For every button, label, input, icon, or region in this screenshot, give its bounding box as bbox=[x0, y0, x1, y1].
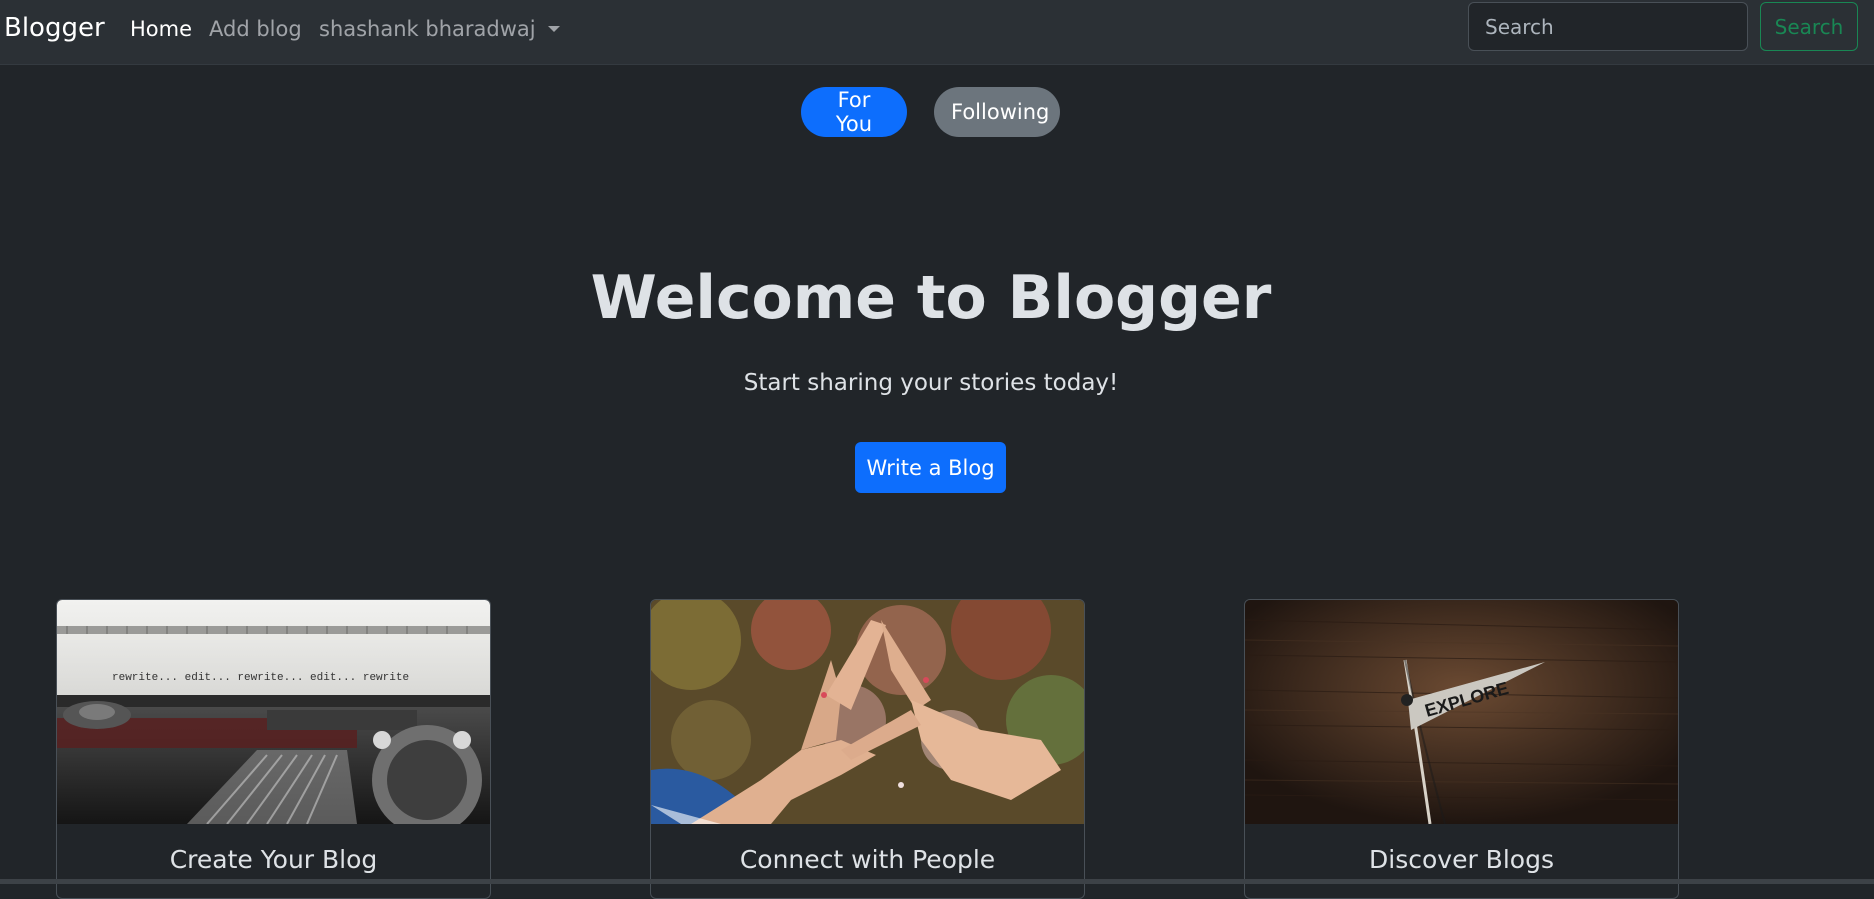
feature-card-create[interactable]: rewrite... edit... rewrite... edit... re… bbox=[56, 599, 491, 899]
explore-flag-image: EXPLORE bbox=[1245, 600, 1678, 824]
card-title: Discover Blogs bbox=[1369, 845, 1554, 874]
search-input[interactable] bbox=[1468, 2, 1748, 51]
user-dropdown-toggle[interactable]: shashank bharadwaj bbox=[319, 16, 560, 42]
feature-card-connect[interactable]: Connect with People bbox=[650, 599, 1085, 899]
nav-add-blog-link[interactable]: Add blog bbox=[209, 16, 302, 42]
bottom-scroll-edge bbox=[0, 879, 1874, 884]
write-blog-button[interactable]: Write a Blog bbox=[855, 442, 1006, 493]
feature-card-discover[interactable]: EXPLORE Discover Blogs bbox=[1244, 599, 1679, 899]
hero-subtitle: Start sharing your stories today! bbox=[743, 370, 1119, 396]
chevron-down-icon bbox=[547, 26, 560, 32]
hands-image bbox=[651, 600, 1084, 824]
tab-for-you[interactable]: For You bbox=[801, 87, 907, 137]
card-title: Connect with People bbox=[739, 845, 996, 874]
search-button[interactable]: Search bbox=[1760, 2, 1858, 51]
top-navbar: Blogger Home Add blog shashank bharadwaj… bbox=[0, 0, 1874, 65]
card-title: Create Your Blog bbox=[169, 845, 378, 874]
tab-following[interactable]: Following bbox=[934, 87, 1060, 137]
typewriter-paper-text: rewrite... edit... rewrite... edit... re… bbox=[112, 672, 409, 684]
typewriter-image: rewrite... edit... rewrite... edit... re… bbox=[57, 600, 490, 824]
brand-logo[interactable]: Blogger bbox=[4, 12, 105, 44]
nav-home-link[interactable]: Home bbox=[130, 16, 192, 42]
hero-title: Welcome to Blogger bbox=[590, 263, 1272, 333]
user-name-label: shashank bharadwaj bbox=[319, 17, 536, 41]
